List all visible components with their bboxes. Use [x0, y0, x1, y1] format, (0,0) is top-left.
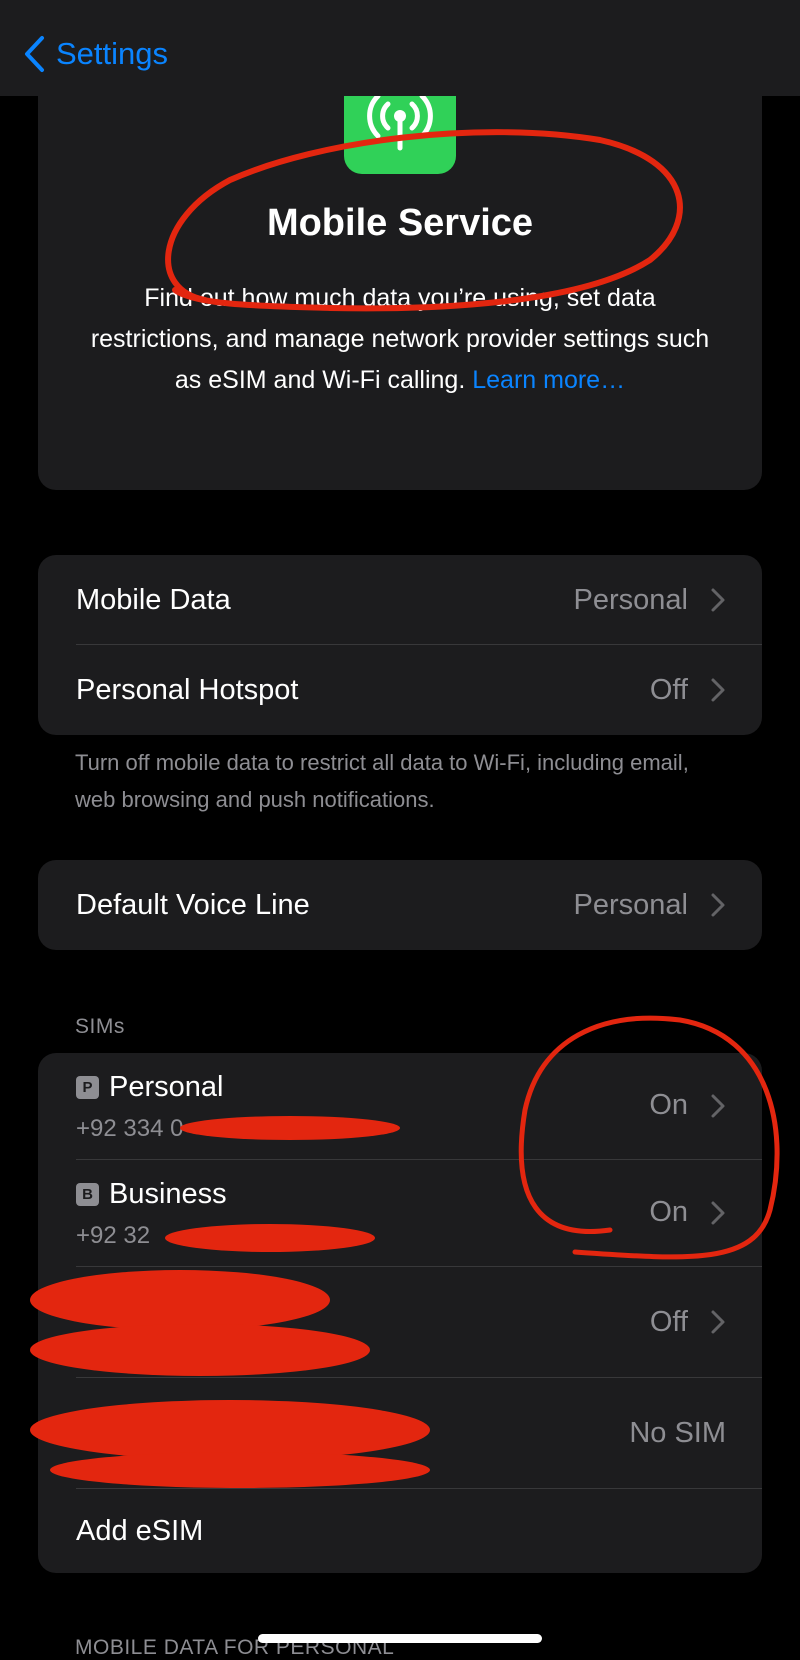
personal-hotspot-label: Personal Hotspot	[76, 673, 299, 706]
mobile-data-group: Mobile Data Personal Personal Hotspot Of…	[38, 555, 762, 735]
chevron-left-icon	[25, 36, 44, 72]
mobile-data-value: Personal	[573, 583, 688, 616]
voice-line-group: Default Voice Line Personal	[38, 860, 762, 950]
sim-business-label: Business	[109, 1178, 227, 1210]
sim-badge-b: B	[76, 1183, 99, 1206]
chevron-right-icon	[711, 1094, 725, 1118]
mobile-data-row[interactable]: Mobile Data Personal	[38, 555, 762, 645]
sim-business-number: +92 32	[76, 1222, 151, 1249]
sim-personal-number: +92 334 0	[76, 1115, 184, 1142]
nav-bar: Settings	[0, 0, 800, 96]
sim-redacted-2-value: No SIM	[629, 1416, 726, 1449]
chevron-right-icon	[711, 1310, 725, 1334]
chevron-right-icon	[711, 678, 725, 702]
sim-row-redacted-2[interactable]: No SIM	[38, 1378, 762, 1488]
sim-row-redacted-1[interactable]: Off	[38, 1267, 762, 1377]
chevron-right-icon	[711, 588, 725, 612]
back-label: Settings	[56, 36, 169, 71]
sim-row-business[interactable]: B Business +92 32 On	[38, 1160, 762, 1266]
add-esim-row[interactable]: Add eSIM	[38, 1489, 762, 1573]
default-voice-line-row[interactable]: Default Voice Line Personal	[38, 860, 762, 950]
sim-redacted-1-value: Off	[649, 1305, 688, 1338]
page-title: Mobile Service	[266, 202, 534, 244]
sims-group: P Personal +92 334 0 On B Business +92 32 …	[38, 1053, 762, 1573]
home-indicator	[258, 1634, 542, 1643]
learn-more-link[interactable]: Learn more…	[472, 366, 625, 394]
default-voice-line-value: Personal	[573, 888, 688, 921]
sim-personal-status: On	[649, 1089, 688, 1121]
sim-business-status: On	[649, 1196, 688, 1228]
chevron-right-icon	[711, 893, 725, 917]
sim-name: B Business	[76, 1178, 227, 1211]
default-voice-line-label: Default Voice Line	[76, 888, 310, 921]
back-button[interactable]: Settings	[22, 32, 168, 76]
sims-section-header: SIMs	[75, 1015, 125, 1038]
add-esim-link[interactable]: Add eSIM	[76, 1515, 203, 1548]
personal-hotspot-row[interactable]: Personal Hotspot Off	[38, 645, 762, 735]
sim-badge-p: P	[76, 1076, 99, 1099]
chevron-right-icon	[711, 1201, 725, 1225]
mobile-data-footer: Turn off mobile data to restrict all dat…	[75, 750, 689, 812]
sim-name: P Personal	[76, 1071, 223, 1104]
sim-row-personal[interactable]: P Personal +92 334 0 On	[38, 1053, 762, 1159]
hero-description: Find out how much data you’re using, set…	[90, 278, 710, 401]
antenna-app-icon	[344, 93, 456, 174]
mobile-data-label: Mobile Data	[76, 583, 231, 616]
personal-hotspot-value: Off	[649, 673, 688, 706]
sim-personal-label: Personal	[109, 1071, 224, 1103]
antenna-icon	[367, 93, 433, 151]
